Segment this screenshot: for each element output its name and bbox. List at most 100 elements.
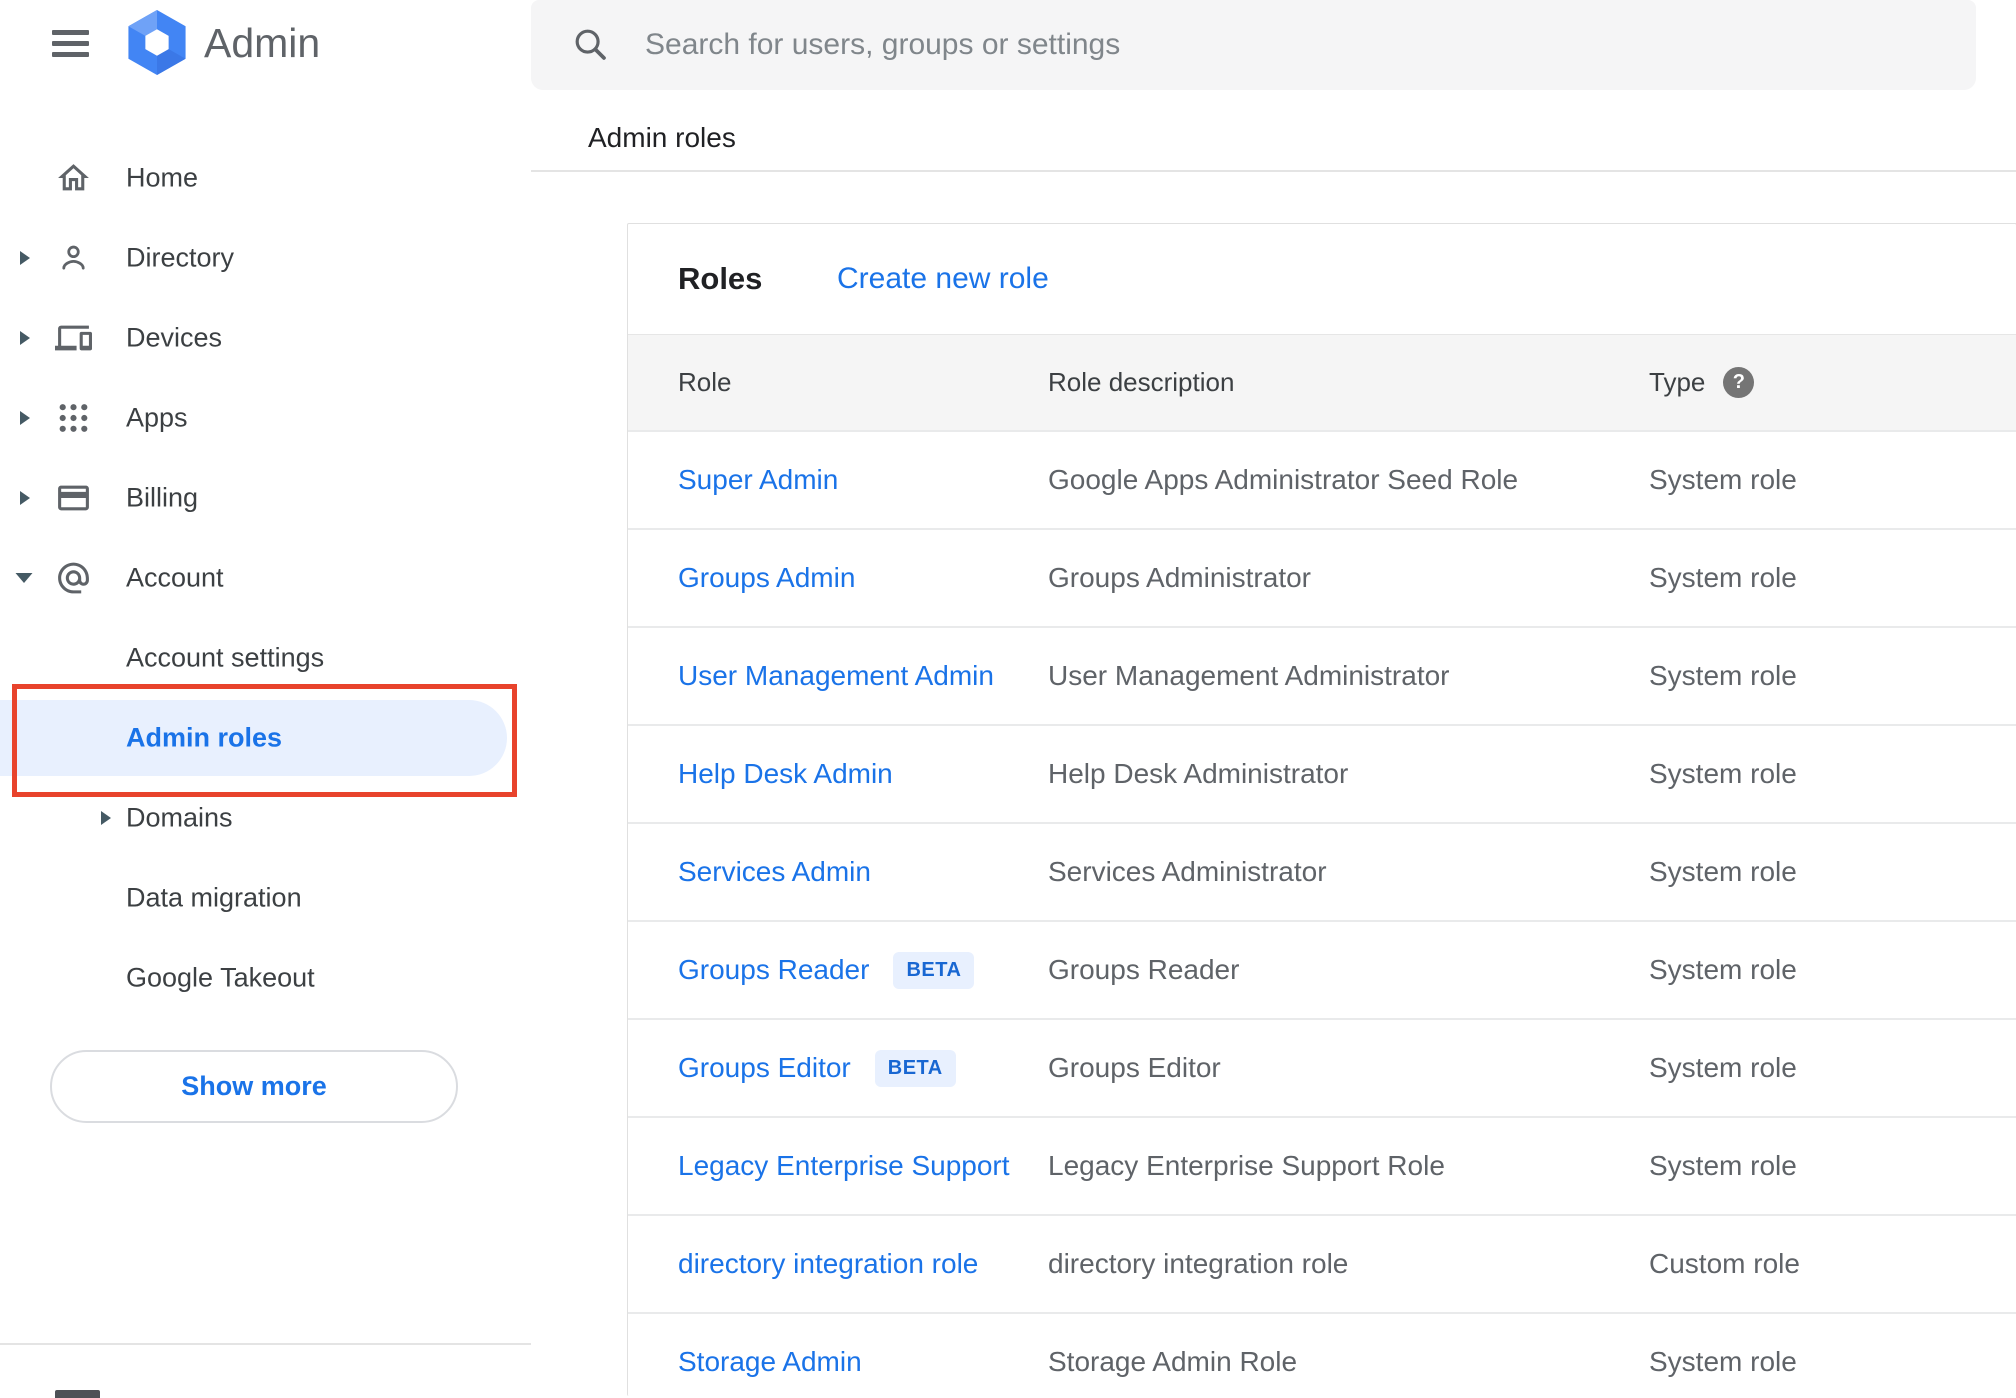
create-new-role-link[interactable]: Create new role [837, 262, 1049, 296]
role-cell: Groups Admin BETA [678, 562, 1048, 594]
sidebar-item-label: Apps [126, 402, 188, 433]
admin-logo-icon [128, 9, 186, 76]
table-row: Help Desk Admin BETA Help Desk Administr… [628, 724, 2016, 822]
apps-grid-icon [59, 404, 88, 432]
table-row: User Management Admin BETA User Manageme… [628, 626, 2016, 724]
beta-badge: BETA [874, 1049, 956, 1087]
column-header-type: Type ? [1649, 367, 2016, 398]
role-link[interactable]: Groups Reader [678, 954, 869, 986]
sidebar-item-devices[interactable]: Devices [0, 298, 531, 378]
table-row: Legacy Enterprise Support BETA Legacy En… [628, 1116, 2016, 1214]
sidebar-item-google-takeout[interactable]: Google Takeout [0, 938, 531, 1018]
role-type: System role [1649, 1346, 1797, 1377]
column-header-description: Role description [1048, 367, 1235, 397]
sidebar-item-label: Account [126, 562, 224, 593]
role-cell: Groups Editor BETA [678, 1049, 1048, 1087]
sidebar-item-label: Directory [126, 242, 235, 273]
role-type: System role [1649, 562, 1797, 593]
role-type: System role [1649, 1150, 1797, 1181]
expand-chevron-icon[interactable] [19, 251, 31, 266]
table-row: Services Admin BETA Services Administrat… [628, 822, 2016, 920]
role-cell: Help Desk Admin BETA [678, 758, 1048, 790]
sidebar-bottom-divider [0, 1343, 531, 1345]
app-title: Admin [204, 20, 321, 66]
annotation-highlight-box [12, 684, 517, 797]
role-link[interactable]: directory integration role [678, 1248, 978, 1280]
sidebar-item-label: Data migration [126, 882, 302, 913]
table-row: directory integration role BETA director… [628, 1214, 2016, 1312]
role-cell: Groups Reader BETA [678, 951, 1048, 989]
role-cell: User Management Admin BETA [678, 660, 1048, 692]
role-cell: directory integration role BETA [678, 1248, 1048, 1280]
role-link[interactable]: Groups Admin [678, 562, 855, 594]
sidebar-item-data-migration[interactable]: Data migration [0, 858, 531, 938]
role-type: System role [1649, 1052, 1797, 1083]
role-type: System role [1649, 856, 1797, 887]
sidebar-item-label: Account settings [126, 642, 325, 673]
role-description: Services Administrator [1048, 856, 1327, 887]
expand-chevron-icon[interactable] [19, 491, 31, 506]
role-description: Legacy Enterprise Support Role [1048, 1150, 1445, 1181]
role-link[interactable]: Super Admin [678, 464, 838, 496]
card-title: Roles [678, 261, 763, 296]
header-divider [531, 170, 2016, 172]
sidebar-item-label: Home [126, 162, 199, 193]
role-type: System role [1649, 464, 1797, 495]
table-row: Groups Editor BETA Groups Editor System … [628, 1018, 2016, 1116]
role-link[interactable]: Services Admin [678, 856, 871, 888]
role-type: Custom role [1649, 1248, 1800, 1279]
role-type: System role [1649, 758, 1797, 789]
cutoff-icon [55, 1390, 100, 1398]
credit-card-icon [58, 485, 89, 511]
expand-chevron-icon[interactable] [19, 411, 31, 426]
table-row: Groups Reader BETA Groups Reader System … [628, 920, 2016, 1018]
sidebar-item-apps[interactable]: Apps [0, 378, 531, 458]
role-description: Google Apps Administrator Seed Role [1048, 464, 1519, 495]
help-icon[interactable]: ? [1723, 367, 1755, 398]
table-row: Groups Admin BETA Groups Administrator S… [628, 528, 2016, 626]
role-link[interactable]: User Management Admin [678, 660, 994, 692]
role-description: Storage Admin Role [1048, 1346, 1298, 1377]
beta-badge: BETA [893, 951, 975, 989]
sidebar-item-account[interactable]: Account [0, 538, 531, 618]
column-header-type-label: Type [1649, 367, 1706, 397]
sidebar-item-home[interactable]: Home [0, 138, 531, 218]
expand-chevron-icon[interactable] [100, 811, 112, 826]
table-header-row: Role Role description Type ? [628, 334, 2016, 430]
sidebar-item-label: Billing [126, 482, 199, 513]
role-link[interactable]: Groups Editor [678, 1052, 851, 1084]
role-description: Groups Reader [1048, 954, 1240, 985]
role-type: System role [1649, 954, 1797, 985]
role-link[interactable]: Storage Admin [678, 1346, 862, 1378]
sidebar-item-billing[interactable]: Billing [0, 458, 531, 538]
collapse-chevron-icon[interactable] [15, 572, 33, 584]
role-link[interactable]: Legacy Enterprise Support [678, 1150, 1010, 1182]
table-row: Storage Admin BETA Storage Admin Role Sy… [628, 1312, 2016, 1396]
show-more-button[interactable]: Show more [50, 1050, 458, 1123]
search-bar[interactable] [531, 0, 1976, 90]
role-type: System role [1649, 660, 1797, 691]
roles-card-header: Roles Create new role [628, 224, 2016, 334]
sidebar-item-label: Google Takeout [126, 962, 315, 993]
sidebar: Admin Home Directory Devices Apps Billin… [0, 0, 531, 1398]
role-link[interactable]: Help Desk Admin [678, 758, 893, 790]
role-description: Groups Administrator [1048, 562, 1311, 593]
column-header-role: Role [678, 367, 732, 397]
sidebar-nav: Home Directory Devices Apps Billing Acco… [0, 138, 531, 1018]
menu-hamburger-icon[interactable] [52, 30, 89, 57]
table-row: Super Admin BETA Google Apps Administrat… [628, 430, 2016, 528]
role-description: User Management Administrator [1048, 660, 1450, 691]
role-description: Help Desk Administrator [1048, 758, 1349, 789]
roles-table-body: Super Admin BETA Google Apps Administrat… [628, 430, 2016, 1396]
expand-chevron-icon[interactable] [19, 331, 31, 346]
role-cell: Legacy Enterprise Support BETA [678, 1150, 1048, 1182]
search-input[interactable] [645, 0, 1945, 90]
breadcrumb: Admin roles [588, 122, 736, 153]
sidebar-item-label: Domains [126, 802, 233, 833]
home-icon [58, 164, 89, 191]
roles-card: Roles Create new role Role Role descript… [627, 223, 2016, 1396]
role-description: Groups Editor [1048, 1052, 1221, 1083]
role-cell: Super Admin BETA [678, 464, 1048, 496]
sidebar-item-directory[interactable]: Directory [0, 218, 531, 298]
sidebar-item-label: Devices [126, 322, 223, 353]
